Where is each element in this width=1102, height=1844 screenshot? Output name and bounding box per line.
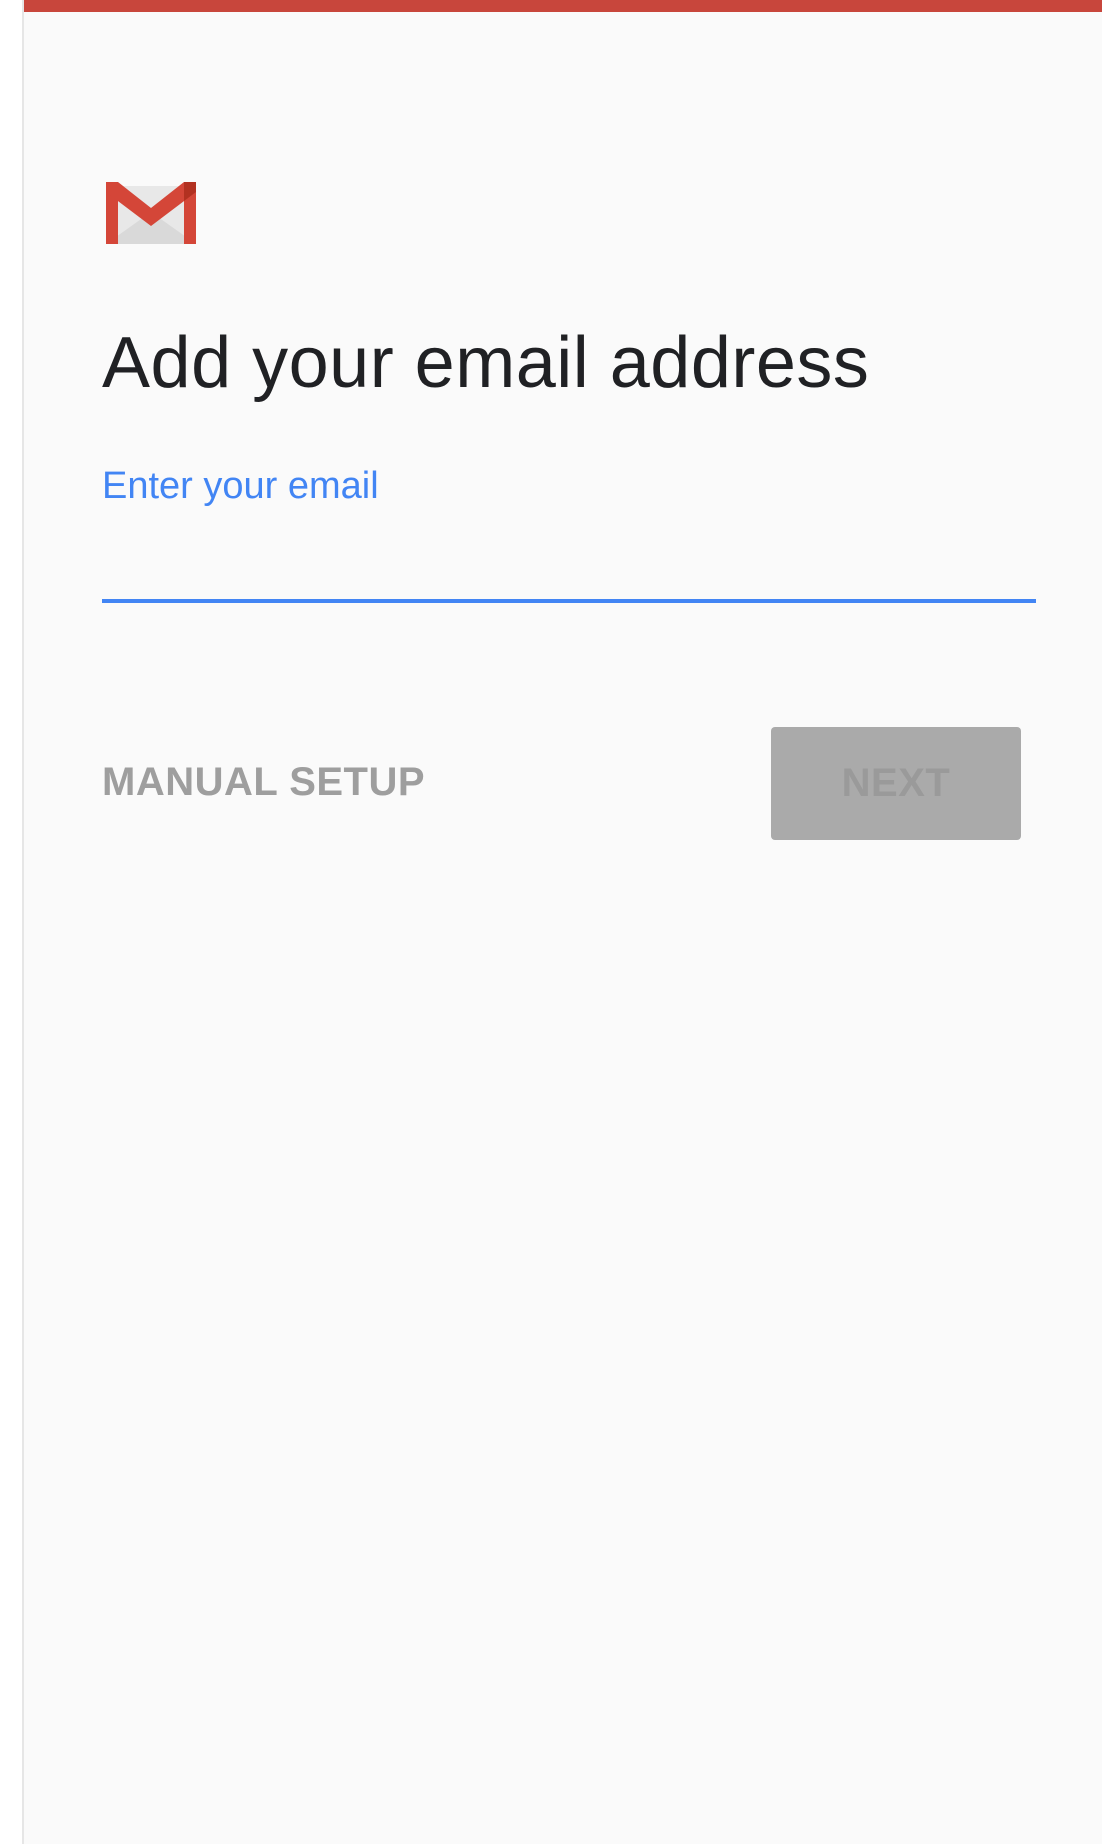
email-field-container: Enter your email bbox=[102, 465, 1036, 615]
gmail-logo-icon bbox=[104, 178, 198, 248]
email-input[interactable] bbox=[102, 533, 1036, 603]
manual-setup-button[interactable]: MANUAL SETUP bbox=[102, 760, 425, 805]
next-button[interactable]: NEXT bbox=[771, 727, 1021, 840]
email-field-label: Enter your email bbox=[102, 465, 379, 507]
setup-screen: Add your email address Enter your email … bbox=[22, 0, 1102, 1844]
status-bar bbox=[24, 0, 1102, 12]
page-title: Add your email address bbox=[102, 323, 870, 403]
